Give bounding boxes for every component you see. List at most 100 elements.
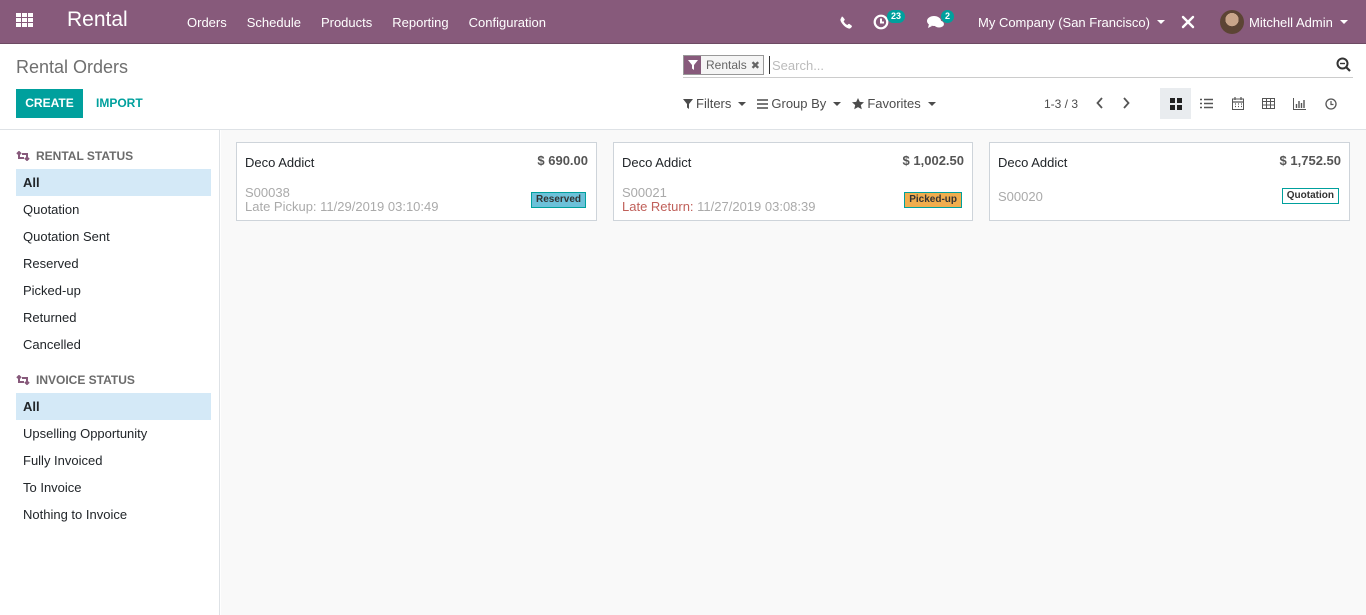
kanban-view-button[interactable] <box>1160 88 1191 119</box>
facet-label: Rentals <box>706 58 747 72</box>
search-button[interactable] <box>1336 57 1351 75</box>
card-reference: S00038 <box>245 185 290 200</box>
invoice-status-all[interactable]: All <box>16 393 211 420</box>
apps-menu-icon[interactable] <box>16 13 34 29</box>
rental-status-all[interactable]: All <box>16 169 211 196</box>
caret-down-icon <box>833 101 842 106</box>
kanban-card[interactable]: Deco Addict $ 1,002.50 S00021 Late Retur… <box>613 142 973 221</box>
card-late-info: Late Return: 11/27/2019 03:08:39 <box>622 199 816 214</box>
invoice-status-fully-invoiced[interactable]: Fully Invoiced <box>16 447 211 474</box>
app-brand[interactable]: Rental <box>67 8 128 32</box>
pager-previous-button[interactable] <box>1096 96 1104 112</box>
chevron-left-icon <box>1096 97 1103 109</box>
graph-view-button[interactable] <box>1284 88 1315 119</box>
pager-next-button[interactable] <box>1122 96 1130 112</box>
caret-down-icon <box>1339 20 1348 24</box>
list-view-button[interactable] <box>1191 88 1222 119</box>
search-facet: Rentals ✖ <box>683 55 764 75</box>
search-panel: RENTAL STATUS All Quotation Quotation Se… <box>0 130 220 615</box>
favorites-dropdown[interactable]: Favorites <box>852 96 936 111</box>
rental-status-quotation-sent[interactable]: Quotation Sent <box>16 223 211 250</box>
company-switcher[interactable]: My Company (San Francisco) <box>978 0 1165 44</box>
search-options: Filters Group By Favorites <box>683 96 947 111</box>
card-amount: $ 1,752.50 <box>1279 153 1341 168</box>
caret-down-icon <box>1156 20 1165 24</box>
group-by-dropdown[interactable]: Group By <box>757 96 842 111</box>
invoice-status-header: INVOICE STATUS <box>16 373 135 387</box>
activity-button[interactable]: 23 <box>873 0 906 44</box>
clock-icon <box>1324 97 1337 110</box>
tools-icon <box>1181 15 1195 29</box>
group-by-label: Group By <box>771 96 827 111</box>
menu-orders[interactable]: Orders <box>177 15 237 30</box>
user-avatar <box>1220 10 1244 34</box>
chevron-right-icon <box>1123 97 1130 109</box>
rental-status-picked-up[interactable]: Picked-up <box>16 277 211 304</box>
card-customer: Deco Addict <box>622 155 692 170</box>
menu-products[interactable]: Products <box>311 15 382 30</box>
pivot-view-button[interactable] <box>1253 88 1284 119</box>
caret-down-icon <box>738 101 747 106</box>
filter-icon <box>683 98 693 109</box>
kanban-icon <box>1169 97 1182 110</box>
favorites-label: Favorites <box>867 96 921 111</box>
menu-schedule[interactable]: Schedule <box>237 15 311 30</box>
menu-reporting[interactable]: Reporting <box>382 15 458 30</box>
calendar-view-button[interactable] <box>1222 88 1253 119</box>
table-icon <box>1262 98 1275 109</box>
rental-status-header: RENTAL STATUS <box>16 149 133 163</box>
page-title: Rental Orders <box>16 57 129 77</box>
kanban-card[interactable]: Deco Addict $ 690.00 S00038 Late Pickup:… <box>236 142 597 221</box>
kanban-card[interactable]: Deco Addict $ 1,752.50 S00020 Quotation <box>989 142 1350 221</box>
card-reference: S00020 <box>998 189 1043 204</box>
late-label: Late Pickup: <box>245 199 317 214</box>
retweet-icon <box>16 375 30 385</box>
retweet-icon <box>16 151 30 161</box>
invoice-status-upselling[interactable]: Upselling Opportunity <box>16 420 211 447</box>
remove-facet-icon[interactable]: ✖ <box>751 59 763 72</box>
rental-status-cancelled[interactable]: Cancelled <box>16 331 211 358</box>
rental-status-quotation[interactable]: Quotation <box>16 196 211 223</box>
bar-chart-icon <box>1293 97 1306 110</box>
calendar-icon <box>1231 97 1244 110</box>
list-icon <box>1200 98 1213 109</box>
view-switcher <box>1160 88 1346 119</box>
card-amount: $ 1,002.50 <box>902 153 964 168</box>
status-badge: Quotation <box>1281 188 1339 204</box>
search-icon <box>1336 57 1351 72</box>
invoice-status-to-invoice[interactable]: To Invoice <box>16 474 211 501</box>
card-reference: S00021 <box>622 185 667 200</box>
card-customer: Deco Addict <box>245 155 315 170</box>
status-badge: Reserved <box>530 192 586 208</box>
top-navbar: Rental Orders Schedule Products Reportin… <box>0 0 1366 44</box>
filters-label: Filters <box>696 96 732 111</box>
phone-icon <box>840 16 852 29</box>
search-input[interactable] <box>769 56 1329 74</box>
card-amount: $ 690.00 <box>537 153 588 168</box>
user-name: Mitchell Admin <box>1249 14 1333 30</box>
messaging-button[interactable]: 2 <box>927 0 955 44</box>
voip-phone-button[interactable] <box>840 0 853 44</box>
pager-value[interactable]: 1-3 / 3 <box>1044 97 1078 111</box>
late-date: 11/29/2019 03:10:49 <box>320 199 439 214</box>
debug-tools-button[interactable] <box>1181 0 1195 44</box>
user-menu[interactable]: Mitchell Admin <box>1220 0 1348 44</box>
late-label: Late Return: <box>622 199 694 214</box>
company-name: My Company (San Francisco) <box>978 14 1150 30</box>
filters-dropdown[interactable]: Filters <box>683 96 747 111</box>
create-button[interactable]: CREATE <box>16 89 83 118</box>
kanban-view: Deco Addict $ 690.00 S00038 Late Pickup:… <box>221 130 1366 615</box>
card-late-info: Late Pickup: 11/29/2019 03:10:49 <box>245 199 439 214</box>
search-bar: Rentals ✖ <box>683 54 1353 78</box>
caret-down-icon <box>927 101 936 106</box>
control-panel: Rental Orders CREATE IMPORT Rentals ✖ Fi… <box>0 44 1366 130</box>
import-button[interactable]: IMPORT <box>96 89 143 118</box>
rental-status-title: RENTAL STATUS <box>36 149 134 163</box>
rental-status-returned[interactable]: Returned <box>16 304 211 331</box>
activity-view-button[interactable] <box>1315 88 1346 119</box>
card-customer: Deco Addict <box>998 155 1068 170</box>
status-badge: Picked-up <box>904 192 962 208</box>
rental-status-reserved[interactable]: Reserved <box>16 250 211 277</box>
menu-configuration[interactable]: Configuration <box>459 15 556 30</box>
invoice-status-nothing-to-invoice[interactable]: Nothing to Invoice <box>16 501 211 528</box>
